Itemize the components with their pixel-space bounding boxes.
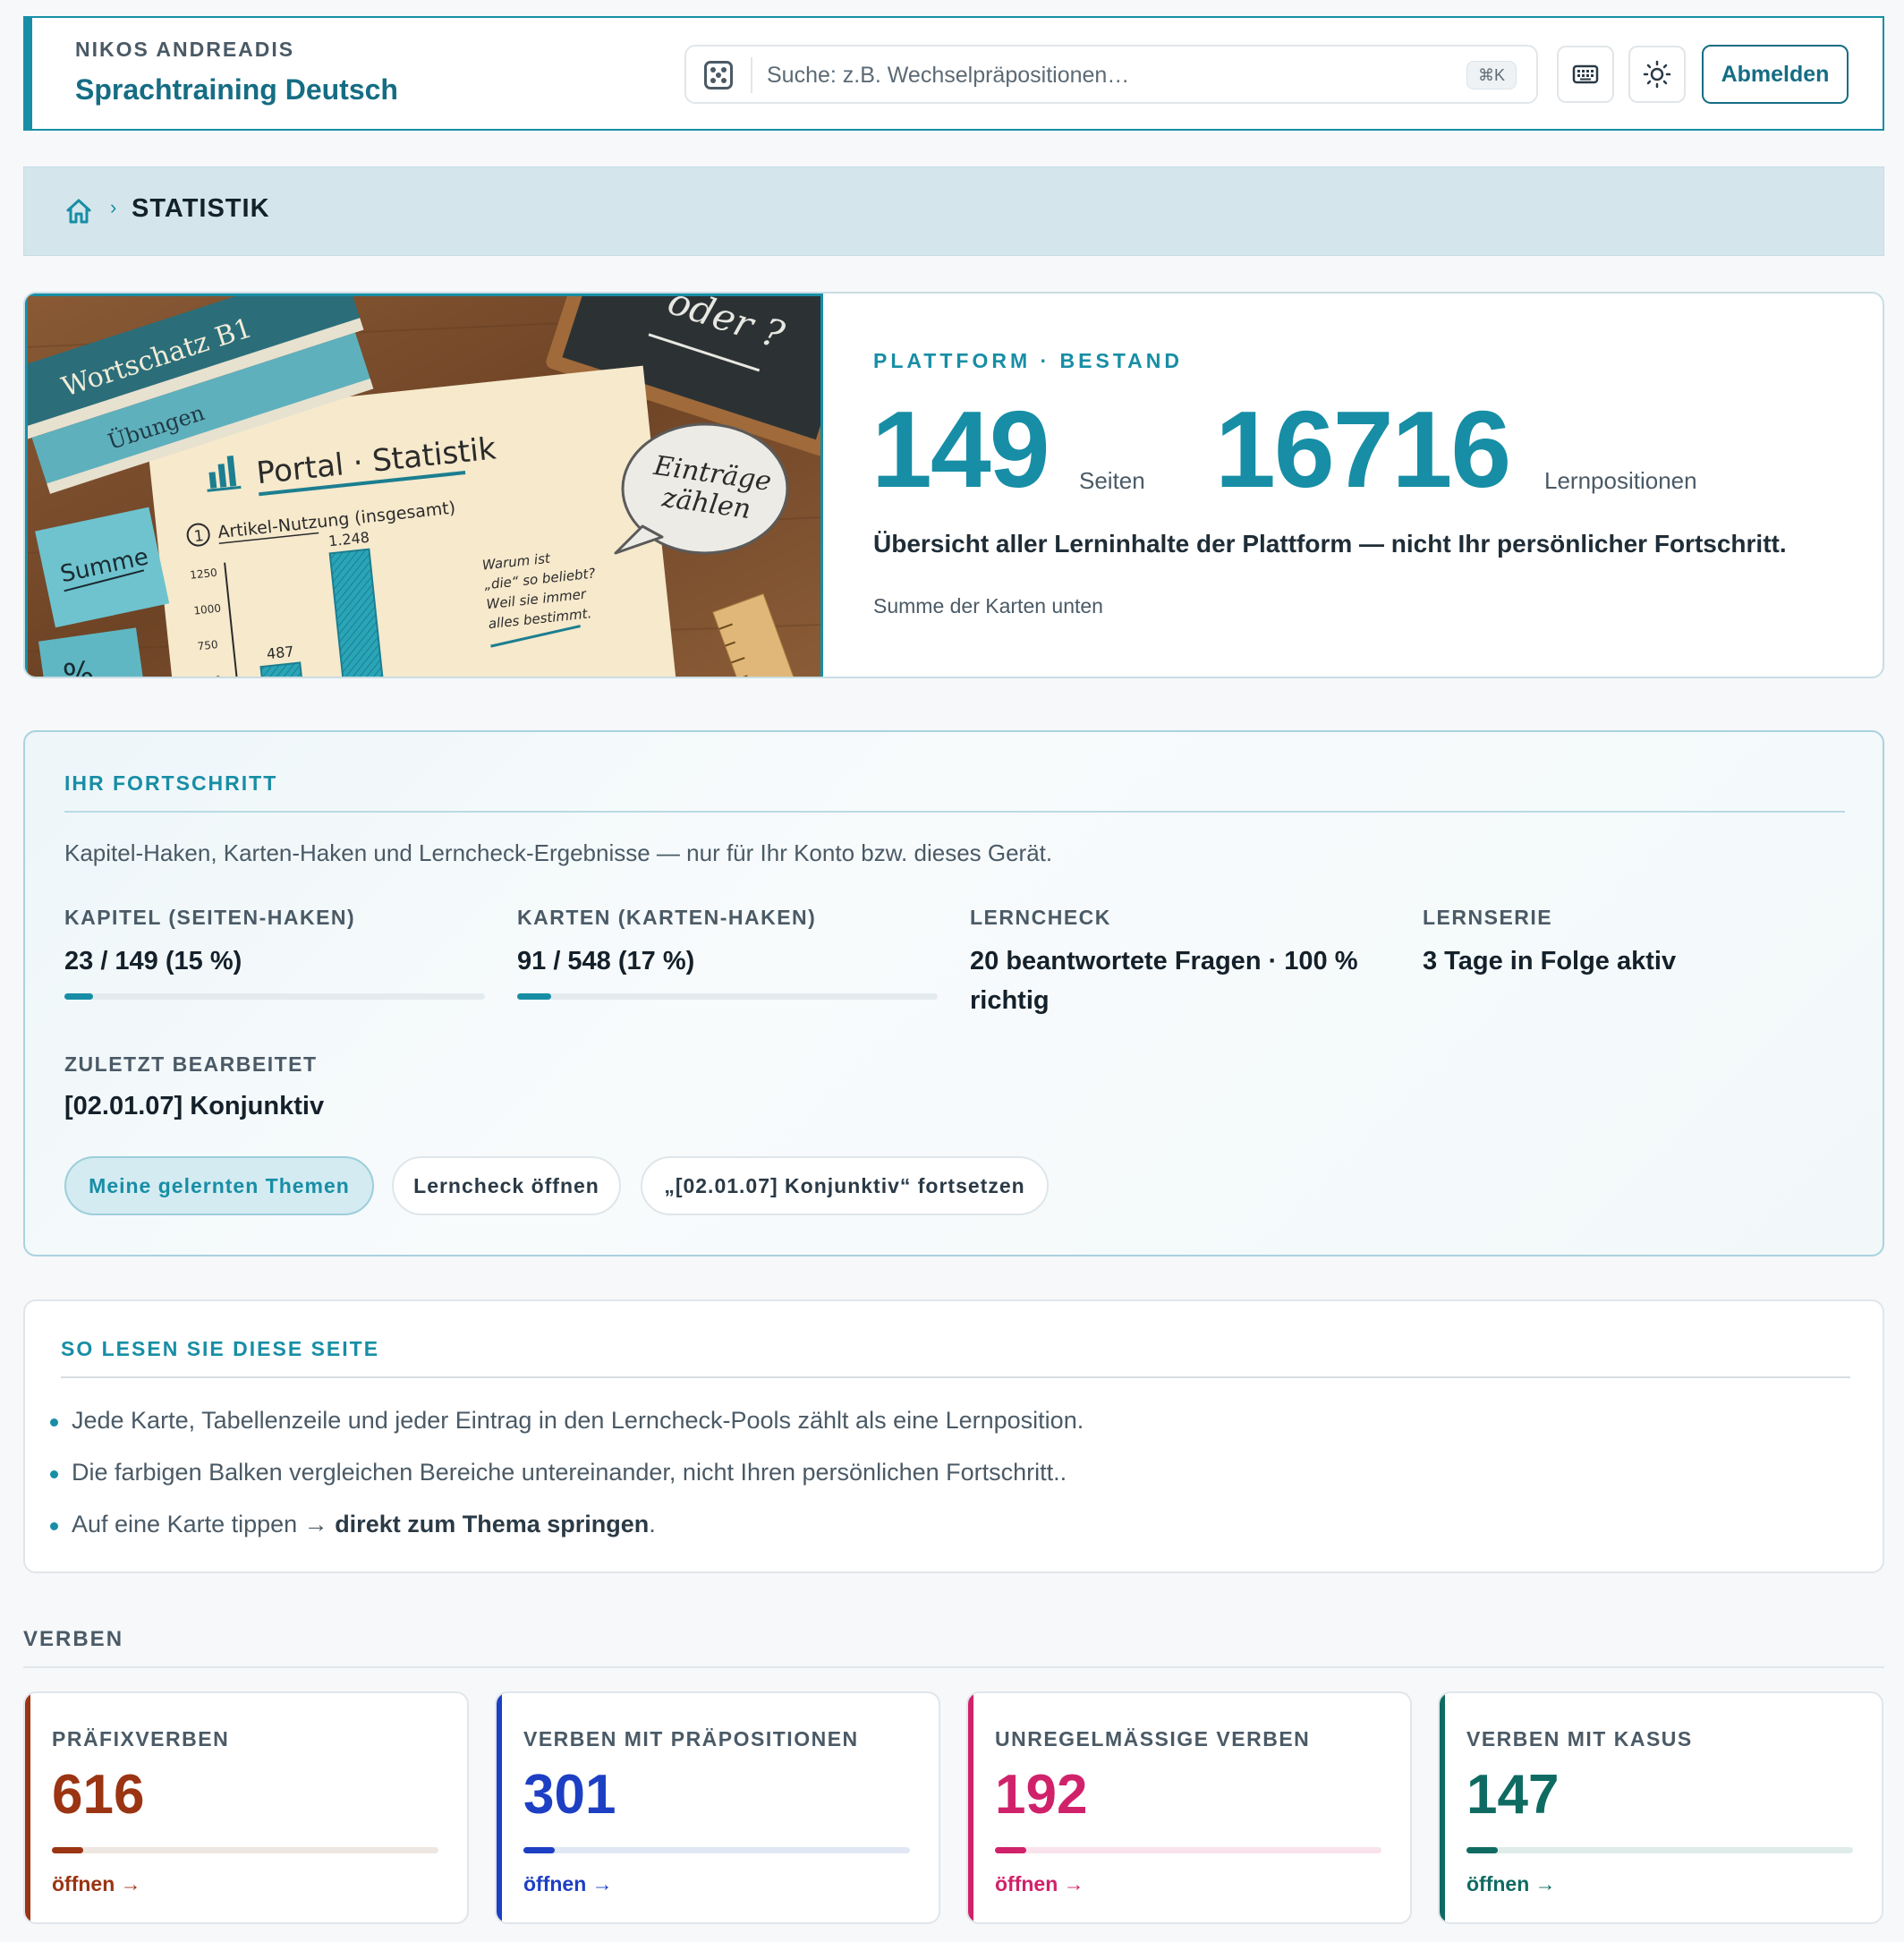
items-count: 16716 — [1215, 388, 1511, 510]
svg-text:1: 1 — [193, 527, 205, 546]
card-accent — [497, 1693, 502, 1922]
card-open-link[interactable]: öffnen → — [52, 1872, 141, 1896]
cards-value: 91 / 548 (17 %) — [517, 947, 695, 975]
card-bar-track — [52, 1847, 438, 1853]
card-bar-fill — [52, 1847, 83, 1853]
search-input[interactable] — [767, 55, 1429, 95]
breadcrumb: › STATISTIK — [23, 166, 1884, 256]
category-card[interactable]: PRÄFIXVERBEN 616 öffnen → — [23, 1691, 469, 1924]
cards-progress-fill — [517, 993, 551, 1000]
last-edited-label: ZULETZT BEARBEITET — [64, 1052, 318, 1076]
platform-label: PLATTFORM · BESTAND — [873, 349, 1184, 372]
divider — [61, 1376, 1850, 1378]
card-title: UNREGELMÄSSIGE VERBEN — [995, 1727, 1311, 1750]
guide-heading: SO LESEN SIE DIESE SEITE — [61, 1337, 380, 1360]
chapters-progress-track — [64, 993, 485, 1000]
platform-stats-hero: oder ? Portal · Statistik 1 Artikel-Nutz… — [23, 292, 1884, 678]
category-card[interactable]: UNREGELMÄSSIGE VERBEN 192 öffnen → — [966, 1691, 1412, 1924]
guide-bullet: Jede Karte, Tabellenzeile und jeder Eint… — [49, 1407, 1084, 1434]
svg-text:487: 487 — [266, 643, 294, 662]
divider — [64, 811, 1845, 813]
streak-value: 3 Tage in Folge aktiv — [1423, 947, 1677, 975]
theme-toggle-button[interactable] — [1628, 46, 1686, 103]
card-title: PRÄFIXVERBEN — [52, 1727, 230, 1750]
logout-button[interactable]: Abmelden — [1702, 45, 1849, 104]
sun-icon — [1643, 60, 1671, 89]
pages-count: 149 — [871, 388, 1050, 510]
section-heading-verben: VERBEN — [23, 1627, 124, 1651]
app-title[interactable]: Sprachtraining Deutsch — [75, 73, 398, 106]
pages-unit: Seiten — [1079, 467, 1145, 494]
shortcut-hint: ⌘K — [1466, 61, 1517, 89]
svg-text:750: 750 — [197, 638, 218, 652]
keyboard-icon — [1572, 64, 1599, 84]
breadcrumb-current: STATISTIK — [132, 194, 270, 223]
card-count: 301 — [523, 1764, 616, 1826]
card-count: 147 — [1466, 1764, 1560, 1826]
card-open-link[interactable]: öffnen → — [523, 1872, 613, 1896]
progress-subtitle: Kapitel-Haken, Karten-Haken und Lernchec… — [64, 839, 1053, 866]
card-title: VERBEN MIT PRÄPOSITIONEN — [523, 1727, 859, 1750]
chapters-value: 23 / 149 (15 %) — [64, 947, 242, 975]
card-bar-fill — [1466, 1847, 1498, 1853]
card-bar-fill — [523, 1847, 555, 1853]
chevron-right-icon: › — [110, 196, 117, 218]
cards-progress-track — [517, 993, 938, 1000]
open-lerncheck-button[interactable]: Lerncheck öffnen — [392, 1156, 621, 1215]
chapters-label: KAPITEL (SEITEN-HAKEN) — [64, 906, 356, 929]
personal-progress-panel: IHR FORTSCHRITT Kapitel-Haken, Karten-Ha… — [23, 730, 1884, 1256]
chapters-progress-fill — [64, 993, 93, 1000]
card-open-link[interactable]: öffnen → — [995, 1872, 1084, 1896]
lerncheck-value: 20 beantwortete Fragen · 100 % richtig — [970, 947, 1358, 1015]
card-bar-track — [1466, 1847, 1853, 1853]
lerncheck-label: LERNCHECK — [970, 906, 1111, 929]
items-unit: Lernpositionen — [1544, 467, 1697, 494]
learned-topics-button[interactable]: Meine gelernten Themen — [64, 1156, 374, 1215]
card-count: 192 — [995, 1764, 1088, 1826]
divider — [23, 1666, 1884, 1668]
user-name: NIKOS ANDREADIS — [75, 38, 295, 61]
card-bar-track — [523, 1847, 910, 1853]
last-edited-value: [02.01.07] Konjunktiv — [64, 1092, 325, 1120]
app-header: NIKOS ANDREADIS Sprachtraining Deutsch ⌘… — [23, 16, 1884, 131]
card-accent — [1440, 1693, 1445, 1922]
keyboard-button[interactable] — [1557, 46, 1614, 103]
search-box[interactable]: ⌘K — [684, 45, 1538, 104]
card-title: VERBEN MIT KASUS — [1466, 1727, 1693, 1750]
guide-bullet: Auf eine Karte tippen → direkt zum Thema… — [50, 1511, 656, 1537]
continue-topic-button[interactable]: „[02.01.07] Konjunktiv“ fortsetzen — [641, 1156, 1049, 1215]
card-bar-track — [995, 1847, 1381, 1853]
category-card[interactable]: VERBEN MIT KASUS 147 öffnen → — [1438, 1691, 1883, 1924]
card-bar-fill — [995, 1847, 1026, 1853]
category-card[interactable]: VERBEN MIT PRÄPOSITIONEN 301 öffnen → — [495, 1691, 940, 1924]
home-icon[interactable] — [64, 196, 94, 226]
guide-bullet: Die farbigen Balken vergleichen Bereiche… — [49, 1459, 1067, 1486]
dice-icon[interactable] — [704, 61, 733, 89]
hero-description: Übersicht aller Lerninhalte der Plattfor… — [873, 530, 1787, 558]
cards-label: KARTEN (KARTEN-HAKEN) — [517, 906, 817, 929]
card-open-link[interactable]: öffnen → — [1466, 1872, 1556, 1896]
svg-text:%: % — [61, 655, 97, 678]
card-count: 616 — [52, 1764, 145, 1826]
search-divider — [751, 57, 752, 93]
hero-note: Summe der Karten unten — [873, 594, 1103, 618]
card-accent — [968, 1693, 973, 1922]
progress-heading: IHR FORTSCHRITT — [64, 771, 278, 795]
streak-label: LERNSERIE — [1423, 906, 1553, 929]
statistics-illustration: oder ? Portal · Statistik 1 Artikel-Nutz… — [25, 294, 823, 678]
card-accent — [25, 1693, 30, 1922]
reading-guide-panel: SO LESEN SIE DIESE SEITE Jede Karte, Tab… — [23, 1299, 1884, 1573]
